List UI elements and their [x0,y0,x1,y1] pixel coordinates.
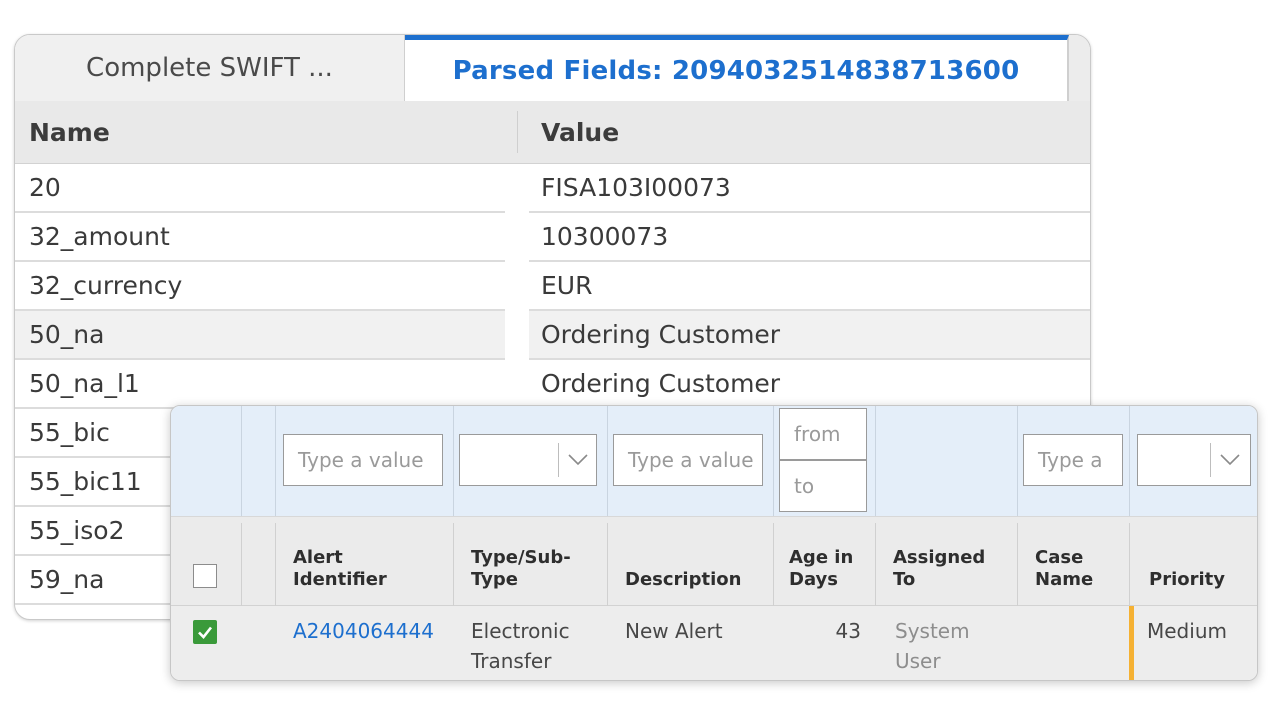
field-name: 20 [29,173,61,202]
column-header-case-name[interactable]: Case Name [1035,547,1093,591]
column-divider [453,406,454,516]
chevron-down-icon [568,454,588,466]
column-divider [241,406,242,516]
field-value: 10300073 [541,222,669,251]
column-divider [773,406,774,516]
select-all-checkbox[interactable] [193,564,217,588]
column-divider [275,406,276,516]
field-value: EUR [541,271,593,300]
tab-complete-swift[interactable]: Complete SWIFT ... [15,35,405,101]
alert-identifier-link[interactable]: A2404064444 [293,616,434,646]
table-row[interactable]: 50_na_l1 Ordering Customer [15,360,1090,409]
column-header-assigned-to[interactable]: Assigned To [893,547,985,591]
field-name: 50_na_l1 [29,369,140,398]
column-header-type-subtype[interactable]: Type/Sub- Type [471,547,571,591]
check-icon [198,626,213,639]
row-divider-gap [505,262,529,311]
field-name: 55_bic11 [29,467,142,496]
column-divider [1017,523,1018,607]
field-value: Ordering Customer [541,369,781,398]
table-row[interactable]: 32_amount 10300073 [15,213,1090,262]
row-divider-gap [505,164,529,213]
column-divider [875,523,876,607]
column-header-alert-identifier[interactable]: Alert Identifier [293,547,387,591]
priority-filter-select[interactable] [1137,434,1251,486]
alerts-panel: Type a value Type a value from to Type a [170,405,1258,681]
filter-row: Type a value Type a value from to Type a [171,406,1257,516]
table-row[interactable]: 32_currency EUR [15,262,1090,311]
table-row[interactable]: 20 FISA103I00073 [15,164,1090,213]
tab-bar: Complete SWIFT ... Parsed Fields: 209403… [15,35,1090,101]
field-name: 55_iso2 [29,516,125,545]
column-divider [1017,406,1018,516]
alerts-grid-header: Alert Identifier Type/Sub- Type Descript… [171,516,1257,607]
chevron-down-icon [1220,454,1240,466]
field-value: FISA103I00073 [541,173,731,202]
description-cell: New Alert [625,619,723,643]
column-divider [241,523,242,607]
age-to-input[interactable]: to [779,460,867,512]
row-divider-gap [505,213,529,262]
column-divider [453,523,454,607]
column-divider [773,523,774,607]
column-divider [607,523,608,607]
field-name: 32_currency [29,271,183,300]
age-from-input[interactable]: from [779,408,867,460]
tab-parsed-fields[interactable]: Parsed Fields: 2094032514838713600 [405,35,1069,101]
column-divider [1129,523,1130,607]
age-to-placeholder: to [794,474,815,498]
column-header-age-in-days[interactable]: Age in Days [789,547,853,591]
table-row[interactable]: A2404064444 Electronic Transfer New Aler… [171,606,1257,680]
field-name: 59_na [29,565,105,594]
column-divider [607,406,608,516]
column-header-description[interactable]: Description [625,569,741,591]
select-separator [558,443,559,477]
description-filter-input[interactable]: Type a value [613,434,763,486]
field-name: 32_amount [29,222,170,251]
case-name-filter-input[interactable]: Type a [1023,434,1123,486]
fields-grid-header: Name Value [15,101,1090,164]
field-value: Ordering Customer [541,320,781,349]
assigned-to-cell: System User [895,619,970,673]
select-separator [1210,443,1211,477]
column-header-name[interactable]: Name [29,101,110,163]
priority-cell: Medium [1147,619,1227,643]
alert-identifier-filter-placeholder: Type a value [298,448,424,472]
age-in-days-cell: 43 [835,619,861,643]
type-subtype-cell: Electronic Transfer [471,619,570,673]
column-divider [1129,406,1130,516]
row-checkbox[interactable] [193,620,217,644]
tab-parsed-fields-label: Parsed Fields: 2094032514838713600 [452,55,1020,86]
alert-identifier-filter-input[interactable]: Type a value [283,434,443,486]
priority-indicator [1129,606,1134,680]
field-name: 50_na [29,320,105,349]
age-from-placeholder: from [794,422,841,446]
column-divider [275,523,276,607]
row-divider-gap [505,311,529,360]
case-name-filter-placeholder: Type a [1038,448,1103,472]
type-subtype-filter-select[interactable] [459,434,597,486]
column-header-priority[interactable]: Priority [1149,569,1225,591]
table-row[interactable]: 50_na Ordering Customer [15,311,1090,360]
tab-complete-swift-label: Complete SWIFT ... [86,53,333,83]
field-name: 55_bic [29,418,110,447]
description-filter-placeholder: Type a value [628,448,754,472]
column-resize-handle[interactable] [517,111,518,153]
column-divider [875,406,876,516]
column-header-value[interactable]: Value [541,101,619,163]
